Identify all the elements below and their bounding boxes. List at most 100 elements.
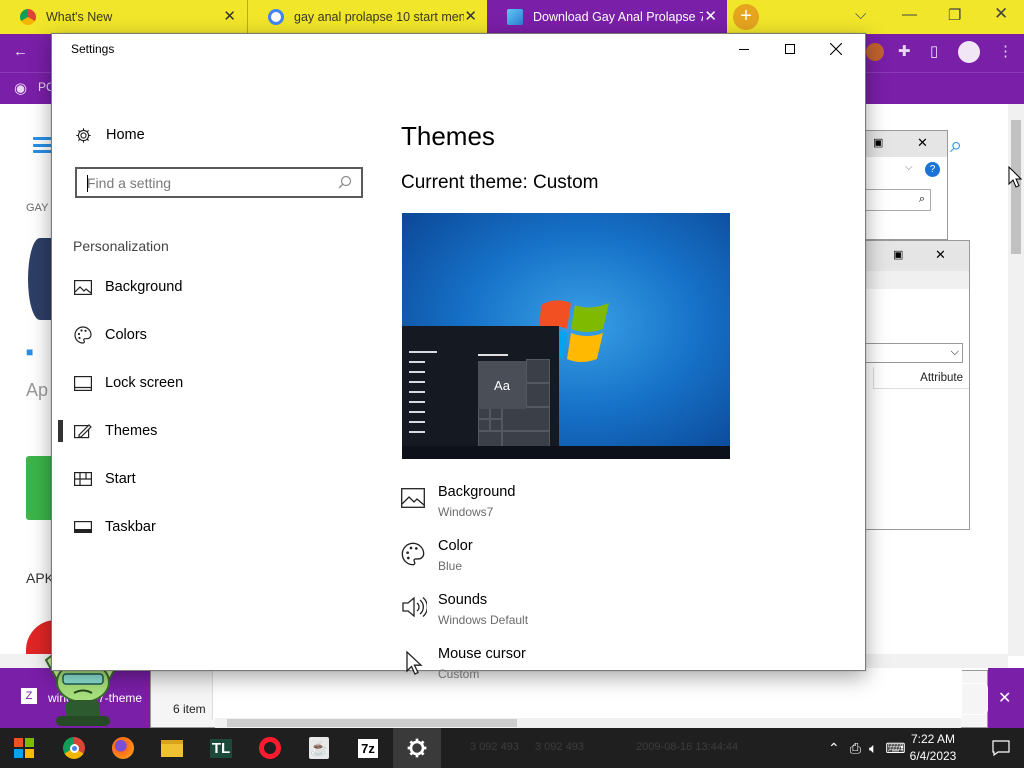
nav-item-taskbar[interactable]: Taskbar: [52, 507, 382, 547]
search-field[interactable]: ⌕: [865, 189, 931, 211]
clock[interactable]: 7:22 AM 6/4/2023: [898, 731, 968, 765]
current-theme-heading: Current theme: Custom: [401, 172, 599, 193]
palette-icon: [74, 326, 92, 344]
clock-date: 6/4/2023: [909, 749, 957, 763]
nav-item-background[interactable]: Background: [52, 267, 382, 307]
tab-download[interactable]: Download Gay Anal Prolapse 7 T ✕: [487, 0, 727, 34]
search-setting-field[interactable]: [75, 167, 363, 198]
property-name: Background: [438, 484, 516, 500]
zip-file-icon: Z: [21, 688, 37, 704]
maximize-button[interactable]: [767, 34, 813, 64]
gear-icon: [74, 126, 92, 144]
close-button[interactable]: [813, 34, 859, 64]
extensions-icon[interactable]: ✚: [898, 42, 911, 60]
page-title: Themes: [401, 121, 495, 151]
opera-icon: [259, 737, 281, 759]
taskbar-opera[interactable]: [246, 728, 294, 768]
nav-item-themes[interactable]: Themes: [52, 411, 382, 451]
explorer-window[interactable]: ▣ ✕ ⌵ Attribute: [864, 240, 970, 530]
menu-dots-icon[interactable]: ⋮: [998, 42, 1013, 60]
network-icon[interactable]: ⎙: [850, 740, 861, 757]
close-icon[interactable]: ✕: [935, 247, 946, 263]
taskbar-java[interactable]: ☕: [295, 728, 343, 768]
tab-label: gay anal prolapse 10 start menu: [294, 10, 464, 24]
close-icon[interactable]: ✕: [917, 135, 928, 151]
search-icon: [338, 175, 352, 194]
taskbar-start-button[interactable]: [0, 728, 48, 768]
close-icon[interactable]: ✕: [998, 688, 1011, 708]
system-tray: ⌃ ⎙ 🔈︎ ⌨︎: [828, 728, 906, 768]
explorer-titlebar[interactable]: ▣ ✕: [865, 131, 947, 157]
section-heading: Ap: [26, 380, 49, 400]
profile-photo-icon[interactable]: [866, 43, 884, 61]
chevron-down-icon[interactable]: ⌵: [905, 162, 913, 173]
show-all-button[interactable]: [960, 683, 988, 715]
tab-label: What's New: [46, 10, 113, 24]
theme-sounds-link[interactable]: Sounds Windows Default: [401, 592, 701, 636]
gear-icon: [407, 738, 427, 758]
notification-icon: [992, 740, 1010, 756]
avatar[interactable]: [958, 41, 980, 63]
start-orb-icon: [14, 738, 34, 758]
theme-mouse-cursor-link[interactable]: Mouse cursor Custom: [401, 646, 701, 690]
search-input[interactable]: [87, 174, 327, 192]
property-name: Mouse cursor: [438, 646, 526, 662]
nav-item-label: Lock screen: [105, 375, 184, 391]
back-arrow-icon[interactable]: ←: [13, 43, 28, 60]
scrollbar-thumb[interactable]: [227, 719, 517, 727]
maximize-icon[interactable]: ▣: [873, 136, 883, 149]
taskbar-chrome[interactable]: [50, 728, 98, 768]
new-tab-button[interactable]: +: [733, 4, 759, 30]
restore-icon[interactable]: ❐: [948, 6, 961, 24]
minimize-icon[interactable]: —: [902, 6, 917, 23]
chevron-up-icon[interactable]: ⌃: [828, 740, 840, 757]
maximize-icon[interactable]: ▣: [893, 248, 903, 261]
firefox-icon: [112, 737, 134, 759]
taskbar-tl-app[interactable]: TL: [197, 728, 245, 768]
help-icon[interactable]: ?: [925, 162, 940, 177]
background-file-size: 3 092 493: [535, 741, 584, 753]
comment-icon: ■: [26, 345, 34, 359]
nav-item-lock-screen[interactable]: Lock screen: [52, 363, 382, 403]
taskbar-7zip[interactable]: 7z: [344, 728, 392, 768]
theme-background-link[interactable]: Background Windows7: [401, 484, 701, 528]
taskbar-firefox[interactable]: [99, 728, 147, 768]
column-header[interactable]: Attribute: [873, 367, 969, 389]
property-name: Sounds: [438, 592, 488, 608]
explorer-window[interactable]: ▣ ✕ ⌵ ? ⌕: [864, 130, 948, 240]
chevron-down-icon[interactable]: ⌵: [855, 6, 866, 23]
search-icon[interactable]: ⌕: [950, 132, 962, 158]
settings-titlebar[interactable]: Settings: [52, 34, 865, 64]
nav-item-label: Taskbar: [105, 519, 156, 535]
tab-search[interactable]: gay anal prolapse 10 start menu ✕: [247, 0, 487, 34]
start-icon: [74, 470, 92, 488]
sidebar-icon[interactable]: ▯: [930, 42, 938, 60]
close-icon[interactable]: ✕: [464, 9, 477, 25]
download-favicon-icon: [507, 9, 523, 25]
chrome-favicon-icon: [20, 9, 36, 25]
taskbar-settings[interactable]: [393, 728, 441, 768]
nav-home[interactable]: Home: [74, 126, 145, 144]
tab-whats-new[interactable]: What's New ✕: [0, 0, 246, 34]
settings-window[interactable]: Settings Home Personalization Backgroun: [51, 33, 866, 681]
notification-button[interactable]: [978, 728, 1024, 768]
horizontal-scrollbar[interactable]: [215, 718, 961, 728]
nav-item-start[interactable]: Start: [52, 459, 382, 499]
address-dropdown[interactable]: ⌵: [865, 343, 963, 363]
close-icon[interactable]: ✕: [994, 4, 1008, 24]
start-menu-preview: Aa: [402, 326, 559, 459]
window-title: Settings: [71, 42, 115, 56]
hamburger-menu-icon[interactable]: [33, 137, 53, 153]
close-icon[interactable]: ✕: [223, 9, 236, 25]
taskbar-file-explorer[interactable]: [148, 728, 196, 768]
cursor-icon: [401, 650, 427, 676]
volume-icon[interactable]: 🔈︎: [869, 740, 877, 757]
section-heading: APK: [26, 570, 55, 586]
close-icon[interactable]: ✕: [704, 9, 717, 25]
download-button[interactable]: [26, 456, 52, 520]
theme-color-link[interactable]: Color Blue: [401, 538, 701, 582]
settings-content: Themes Current theme: Custom Aa Backgrou…: [401, 64, 861, 681]
explorer-titlebar[interactable]: ▣ ✕: [865, 241, 969, 271]
minimize-button[interactable]: [721, 34, 767, 64]
nav-item-colors[interactable]: Colors: [52, 315, 382, 355]
